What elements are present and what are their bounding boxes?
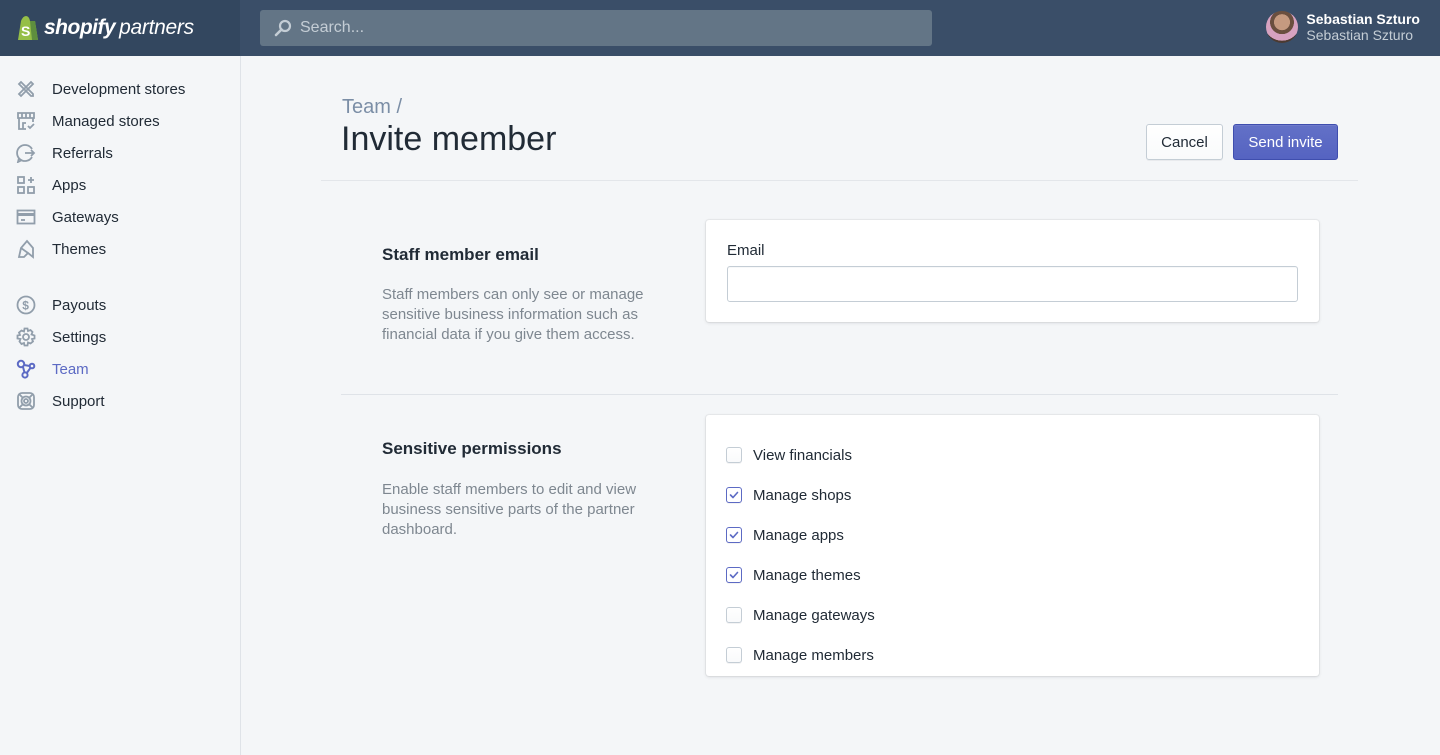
sidebar: Development stores Managed stores Referr… — [0, 56, 241, 755]
checkmark-icon — [729, 491, 739, 499]
sidebar-item-payouts[interactable]: $ Payouts — [0, 289, 240, 321]
svg-text:S: S — [21, 23, 30, 39]
svg-text:$: $ — [22, 299, 29, 313]
page-header: Team / Invite member Cancel Send invite — [321, 56, 1358, 181]
dollar-icon: $ — [16, 295, 36, 315]
sidebar-item-apps[interactable]: Apps — [0, 169, 240, 201]
permission-manage-gateways[interactable]: Manage gateways — [706, 595, 1319, 635]
gear-icon — [16, 327, 36, 347]
permissions-card: View financials Manage shops Manage apps… — [706, 415, 1319, 676]
sidebar-item-settings[interactable]: Settings — [0, 321, 240, 353]
page-title: Invite member — [341, 120, 557, 158]
sidebar-item-referrals[interactable]: Referrals — [0, 137, 240, 169]
sidebar-item-managed-stores[interactable]: Managed stores — [0, 105, 240, 137]
pencil-ruler-icon — [16, 79, 36, 99]
search-bar[interactable] — [260, 10, 932, 46]
breadcrumb[interactable]: Team / — [342, 96, 402, 119]
section-description: Enable staff members to edit and view bu… — [382, 481, 637, 538]
email-label: Email — [727, 242, 765, 259]
checkbox[interactable] — [726, 567, 742, 583]
theme-icon — [16, 239, 36, 259]
sidebar-item-label: Support — [52, 392, 105, 410]
sidebar-item-label: Team — [52, 360, 89, 378]
permission-label: View financials — [753, 446, 852, 464]
sidebar-item-label: Managed stores — [52, 112, 160, 130]
main-content: Team / Invite member Cancel Send invite … — [241, 56, 1440, 755]
shopify-bag-icon: S — [16, 15, 40, 41]
sidebar-item-themes[interactable]: Themes — [0, 233, 240, 265]
checkbox[interactable] — [726, 447, 742, 463]
permission-manage-apps[interactable]: Manage apps — [706, 515, 1319, 555]
send-invite-button[interactable]: Send invite — [1233, 124, 1338, 160]
permission-view-financials[interactable]: View financials — [706, 435, 1319, 475]
brand-name-light: partners — [119, 16, 194, 39]
permission-label: Manage gateways — [753, 606, 875, 624]
sidebar-item-label: Apps — [52, 176, 87, 194]
permission-manage-shops[interactable]: Manage shops — [706, 475, 1319, 515]
sidebar-item-label: Referrals — [52, 144, 113, 162]
lifebuoy-icon — [16, 391, 36, 411]
brand-name-bold: shopify — [44, 16, 116, 39]
apps-icon — [16, 175, 36, 195]
staff-email-section: Staff member email Staff members can onl… — [341, 220, 1338, 395]
cancel-button[interactable]: Cancel — [1146, 124, 1223, 160]
sidebar-item-gateways[interactable]: Gateways — [0, 201, 240, 233]
sidebar-item-label: Settings — [52, 328, 107, 346]
permission-label: Manage themes — [753, 566, 861, 584]
permission-manage-members[interactable]: Manage members — [706, 635, 1319, 675]
checkbox[interactable] — [726, 527, 742, 543]
checkmark-icon — [729, 531, 739, 539]
permission-label: Manage apps — [753, 526, 844, 544]
user-menu[interactable]: Sebastian Szturo Sebastian Szturo — [1266, 11, 1420, 43]
checkbox[interactable] — [726, 487, 742, 503]
permission-label: Manage shops — [753, 486, 852, 504]
permissions-section: Sensitive permissions Enable staff membe… — [341, 415, 1338, 695]
sidebar-item-development-stores[interactable]: Development stores — [0, 73, 240, 105]
sidebar-item-label: Gateways — [52, 208, 119, 226]
team-icon — [16, 359, 36, 379]
user-account: Sebastian Szturo — [1306, 27, 1414, 43]
section-title: Staff member email — [382, 245, 539, 264]
sidebar-item-label: Payouts — [52, 296, 107, 314]
user-name: Sebastian Szturo — [1306, 11, 1420, 27]
referral-icon — [16, 143, 36, 164]
checkbox[interactable] — [726, 647, 742, 663]
permission-manage-themes[interactable]: Manage themes — [706, 555, 1319, 595]
checkmark-icon — [729, 571, 739, 579]
section-title: Sensitive permissions — [382, 439, 562, 458]
brand-logo[interactable]: S shopify partners — [0, 0, 240, 56]
credit-card-icon — [16, 207, 36, 227]
checkbox[interactable] — [726, 607, 742, 623]
search-icon — [274, 19, 292, 37]
avatar — [1266, 11, 1299, 43]
sidebar-item-label: Development stores — [52, 80, 186, 98]
store-icon — [16, 111, 36, 131]
top-bar: S shopify partners Sebastian Szturo Seba… — [0, 0, 1440, 56]
search-input[interactable] — [300, 19, 900, 37]
sidebar-item-support[interactable]: Support — [0, 385, 240, 417]
email-card: Email — [706, 220, 1319, 322]
sidebar-item-team[interactable]: Team — [0, 353, 240, 385]
email-field[interactable] — [727, 266, 1298, 302]
sidebar-item-label: Themes — [52, 240, 107, 258]
section-description: Staff members can only see or manage sen… — [382, 286, 644, 343]
permission-label: Manage members — [753, 646, 874, 664]
